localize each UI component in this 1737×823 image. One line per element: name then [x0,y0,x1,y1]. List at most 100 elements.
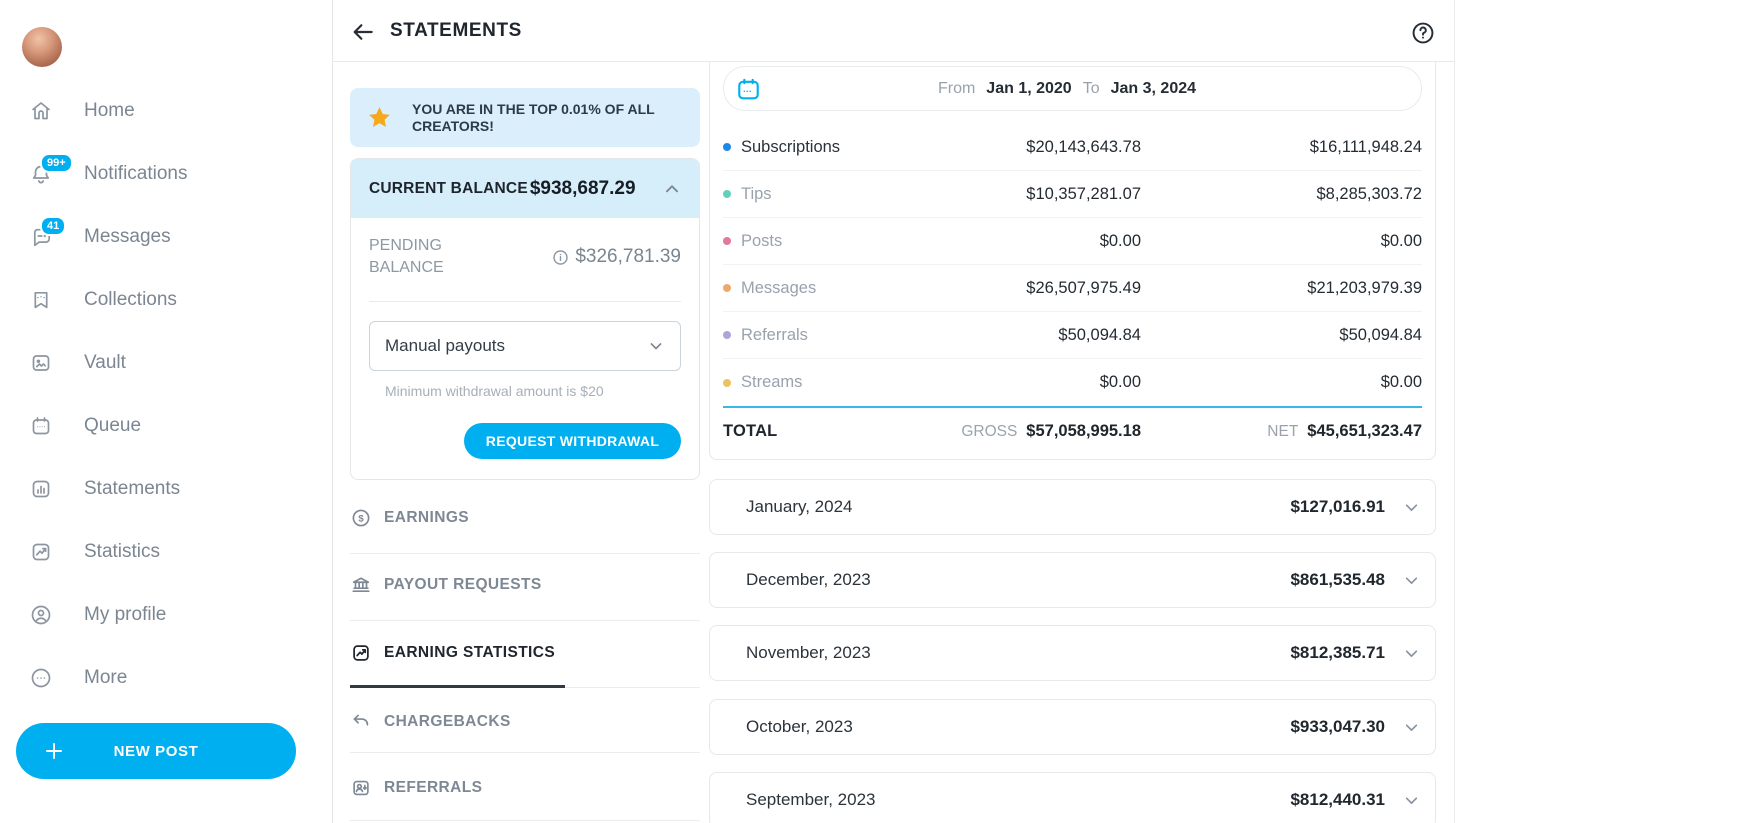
date-to-value[interactable]: Jan 3, 2024 [1111,80,1196,98]
stat-row-label: Subscriptions [741,138,921,157]
chat-icon: 41 [29,225,53,249]
collections-icon [29,288,53,312]
month-amount: $127,016.91 [1290,497,1385,517]
banner-text: YOU ARE IN THE TOP 0.01% OF ALL CREATORS… [412,101,664,133]
top-creators-banner: YOU ARE IN THE TOP 0.01% OF ALL CREATORS… [350,88,700,147]
sidebar-item-label: More [84,667,127,689]
menu-item-payout-requests[interactable]: PAYOUT REQUESTS [350,572,700,598]
chevron-down-icon [1401,717,1422,738]
sidebar-item-notifications[interactable]: 99+ Notifications [0,161,300,187]
sidebar-item-statements[interactable]: Statements [0,476,300,502]
current-balance-header[interactable]: CURRENT BALANCE $938,687.29 [351,159,699,218]
sidebar-item-vault[interactable]: Vault [0,350,300,376]
help-icon[interactable] [1410,20,1436,46]
chevron-down-icon [1401,643,1422,664]
menu-item-chargebacks[interactable]: CHARGEBACKS [350,709,700,735]
stat-row-gross: $0.00 [921,232,1141,251]
divider [350,820,700,821]
month-statement-row[interactable]: November, 2023 $812,385.71 [709,625,1436,681]
net-label: NET [1267,423,1298,440]
new-post-button[interactable]: NEW POST [16,723,296,779]
total-row: TOTAL GROSS$57,058,995.18 NET$45,651,323… [723,406,1422,455]
chevron-up-icon[interactable] [661,178,683,200]
profile-icon [29,603,53,627]
current-balance-value: $938,687.29 [530,178,636,200]
request-withdrawal-button[interactable]: REQUEST WITHDRAWAL [464,423,681,459]
month-name: September, 2023 [746,790,875,810]
info-icon[interactable] [551,248,570,267]
notifications-badge: 99+ [40,153,73,173]
stat-row-referrals[interactable]: Referrals $50,094.84 $50,094.84 [723,312,1422,359]
more-icon [29,666,53,690]
payout-method-select[interactable]: Manual payouts [369,321,681,371]
back-button[interactable] [350,19,376,45]
balance-card-body: PENDING BALANCE $326,781.39 Manual payou… [351,218,699,459]
undo-arrow-icon [350,711,372,733]
bell-icon: 99+ [29,162,53,186]
stat-row-gross: $0.00 [921,373,1141,392]
content-right-divider [1454,0,1455,823]
stat-row-gross: $26,507,975.49 [921,279,1141,298]
menu-item-label: PAYOUT REQUESTS [384,576,542,594]
legend-dot [723,190,731,198]
date-range-picker[interactable]: From Jan 1, 2020 To Jan 3, 2024 [723,66,1422,111]
month-statement-row[interactable]: January, 2024 $127,016.91 [709,479,1436,535]
stat-row-gross: $10,357,281.07 [921,185,1141,204]
balance-card: CURRENT BALANCE $938,687.29 PENDING BALA… [350,158,700,480]
line-chart-icon [29,540,53,564]
stat-row-gross: $20,143,643.78 [921,138,1141,157]
sidebar-item-my-profile[interactable]: My profile [0,602,300,628]
chevron-down-icon [646,336,666,356]
gross-label: GROSS [961,423,1017,440]
stat-row-subscriptions[interactable]: Subscriptions $20,143,643.78 $16,111,948… [723,124,1422,171]
svg-text:$: $ [358,513,364,524]
sidebar-item-label: Statistics [84,541,160,563]
sidebar-item-label: My profile [84,604,166,626]
sidebar-item-label: Home [84,100,135,122]
home-icon [29,99,53,123]
stat-row-tips[interactable]: Tips $10,357,281.07 $8,285,303.72 [723,171,1422,218]
month-amount: $933,047.30 [1290,717,1385,737]
sidebar-item-statistics[interactable]: Statistics [0,539,300,565]
sidebar-item-home[interactable]: Home [0,98,300,124]
sidebar-item-collections[interactable]: Collections [0,287,300,313]
plus-icon [42,739,66,763]
menu-item-referrals[interactable]: REFERRALS [350,775,700,801]
legend-dot [723,284,731,292]
statements-page: Home 99+ Notifications 41 Messages Colle… [0,0,1737,823]
stat-row-gross: $50,094.84 [921,326,1141,345]
stat-row-net: $50,094.84 [1141,326,1422,345]
stat-row-posts[interactable]: Posts $0.00 $0.00 [723,218,1422,265]
calendar-icon [735,76,762,103]
menu-item-earning-statistics[interactable]: EARNING STATISTICS [350,640,700,666]
divider [369,301,681,302]
sidebar-item-messages[interactable]: 41 Messages [0,224,300,250]
sidebar-item-label: Collections [84,289,177,311]
menu-item-label: EARNING STATISTICS [384,644,555,662]
divider [350,553,700,554]
sidebar-item-queue[interactable]: Queue [0,413,300,439]
menu-item-earnings[interactable]: $ EARNINGS [350,505,700,531]
month-statement-row[interactable]: December, 2023 $861,535.48 [709,552,1436,608]
new-post-label: NEW POST [114,743,199,760]
chevron-down-icon [1401,497,1422,518]
month-amount: $861,535.48 [1290,570,1385,590]
sidebar-item-more[interactable]: More [0,665,300,691]
legend-dot [723,379,731,387]
avatar[interactable] [22,27,62,67]
stat-row-streams[interactable]: Streams $0.00 $0.00 [723,359,1422,406]
month-statement-row[interactable]: September, 2023 $812,440.31 [709,772,1436,823]
stat-row-net: $16,111,948.24 [1141,138,1422,157]
month-statement-row[interactable]: October, 2023 $933,047.30 [709,699,1436,755]
sidebar-item-label: Messages [84,226,171,248]
month-amount: $812,385.71 [1290,643,1385,663]
vault-icon [29,351,53,375]
stat-row-label: Tips [741,185,921,204]
page-title: STATEMENTS [390,20,522,42]
sidebar-item-label: Statements [84,478,180,500]
menu-item-label: REFERRALS [384,779,482,797]
date-from-value[interactable]: Jan 1, 2020 [986,80,1071,98]
sidebar-divider [332,0,333,823]
date-to-label: To [1083,80,1100,98]
stat-row-messages[interactable]: Messages $26,507,975.49 $21,203,979.39 [723,265,1422,312]
